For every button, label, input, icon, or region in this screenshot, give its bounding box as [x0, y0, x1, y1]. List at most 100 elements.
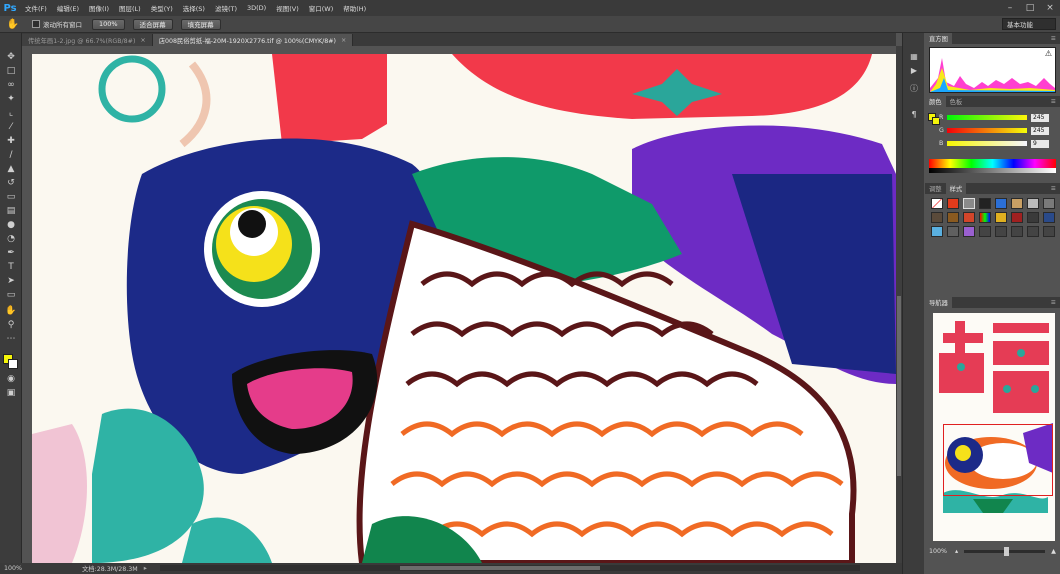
tab-document-2[interactable]: 店008民俗剪纸-福-20M-1920X2776.tif @ 100%(CMYK…	[152, 34, 354, 46]
style-swatch[interactable]	[979, 226, 991, 237]
panel-menu-icon[interactable]: ≡	[1051, 185, 1060, 192]
brush-tool-icon[interactable]: ∕	[4, 149, 18, 161]
menu-window[interactable]: 窗口(W)	[304, 3, 339, 13]
red-slider[interactable]	[947, 115, 1027, 120]
fit-screen-button[interactable]: 适合屏幕	[132, 18, 173, 30]
paragraph-panel-icon[interactable]: ¶	[908, 109, 920, 120]
style-swatch[interactable]	[931, 226, 943, 237]
panel-menu-icon[interactable]: ≡	[1051, 299, 1060, 306]
history-panel-icon[interactable]: ▦	[908, 51, 920, 62]
tab-histogram[interactable]: 直方图	[925, 33, 952, 44]
hand-tool-icon[interactable]: ✋	[6, 17, 20, 31]
path-select-tool-icon[interactable]: ➤	[4, 275, 18, 287]
close-icon[interactable]: ×	[140, 37, 145, 44]
style-swatch[interactable]	[1027, 212, 1039, 223]
status-menu-arrow-icon[interactable]: ▸	[144, 565, 147, 572]
style-swatch[interactable]	[963, 226, 975, 237]
menu-image[interactable]: 图像(I)	[84, 3, 114, 13]
hand-tool-icon[interactable]: ✋	[4, 305, 18, 317]
menu-3d[interactable]: 3D(D)	[242, 4, 271, 12]
menu-file[interactable]: 文件(F)	[20, 3, 52, 13]
green-value-input[interactable]: 245	[1031, 126, 1049, 135]
style-swatch[interactable]	[963, 212, 975, 223]
style-swatch[interactable]	[963, 198, 975, 209]
tab-adjustments[interactable]: 调整	[925, 183, 946, 194]
navigator-thumbnail[interactable]	[929, 311, 1056, 543]
menu-select[interactable]: 选择(S)	[178, 3, 210, 13]
blue-value-input[interactable]: 9	[1031, 139, 1049, 148]
style-swatch[interactable]	[995, 226, 1007, 237]
color-spectrum-ramp[interactable]	[929, 159, 1056, 168]
history-brush-tool-icon[interactable]: ↺	[4, 177, 18, 189]
restore-icon[interactable]: □	[1020, 0, 1040, 16]
panel-menu-icon[interactable]: ≡	[1051, 98, 1060, 105]
document-canvas[interactable]	[22, 46, 896, 563]
style-swatch[interactable]	[947, 226, 959, 237]
navigator-zoom-slider[interactable]	[964, 547, 1046, 556]
zoom-tool-icon[interactable]: ⚲	[4, 319, 18, 331]
quick-select-tool-icon[interactable]: ✦	[4, 93, 18, 105]
rotate-view-tool-icon[interactable]: ⋯	[4, 333, 18, 345]
tab-document-1[interactable]: 传统年画1-2.jpg @ 66.7%(RGB/8#) ×	[22, 34, 153, 46]
style-swatch[interactable]	[1043, 226, 1055, 237]
menu-filter[interactable]: 滤镜(T)	[210, 3, 242, 13]
red-value-input[interactable]: 245	[1031, 113, 1049, 122]
style-swatch[interactable]	[1011, 226, 1023, 237]
style-swatch[interactable]	[995, 212, 1007, 223]
style-swatch[interactable]	[1043, 212, 1055, 223]
panel-menu-icon[interactable]: ≡	[1051, 35, 1060, 42]
menu-view[interactable]: 视图(V)	[271, 3, 304, 13]
style-swatch[interactable]	[947, 198, 959, 209]
style-swatch[interactable]	[1027, 226, 1039, 237]
shape-tool-icon[interactable]: ▭	[4, 289, 18, 301]
scroll-all-checkbox[interactable]	[32, 20, 40, 28]
navigator-view-box[interactable]	[943, 424, 1053, 496]
info-panel-icon[interactable]: ⓘ	[908, 83, 920, 94]
style-swatch[interactable]	[1043, 198, 1055, 209]
screen-mode-icon[interactable]: ▣	[4, 387, 18, 399]
type-tool-icon[interactable]: T	[4, 261, 18, 273]
tab-styles[interactable]: 样式	[945, 183, 967, 194]
quick-mask-icon[interactable]: ◉	[4, 373, 18, 385]
blur-tool-icon[interactable]: ●	[4, 219, 18, 231]
style-swatch[interactable]	[931, 212, 943, 223]
navigator-zoom-value[interactable]: 100%	[929, 548, 947, 555]
tab-swatches[interactable]: 色板	[946, 96, 967, 107]
zoom-slider-knob[interactable]	[1004, 547, 1010, 556]
close-icon[interactable]: ×	[1040, 0, 1060, 16]
style-swatch[interactable]	[1011, 212, 1023, 223]
eraser-tool-icon[interactable]: ▭	[4, 191, 18, 203]
zoom-level-field[interactable]: 100%	[0, 565, 50, 572]
style-swatch[interactable]	[979, 198, 991, 209]
fill-screen-button[interactable]: 填充屏幕	[180, 18, 221, 30]
background-color-swatch[interactable]	[8, 359, 18, 369]
minimize-icon[interactable]: –	[1000, 0, 1020, 16]
lasso-tool-icon[interactable]: ∞	[4, 79, 18, 91]
marquee-tool-icon[interactable]: □	[4, 65, 18, 77]
healing-tool-icon[interactable]: ✚	[4, 135, 18, 147]
crop-tool-icon[interactable]: ⌞	[4, 107, 18, 119]
menu-help[interactable]: 帮助(H)	[338, 3, 371, 13]
style-swatch[interactable]	[979, 212, 991, 223]
style-swatch[interactable]	[931, 198, 943, 209]
workspace-select[interactable]: 基本功能	[1002, 18, 1056, 30]
style-swatch[interactable]	[947, 212, 959, 223]
green-slider[interactable]	[947, 128, 1027, 133]
menu-type[interactable]: 类型(Y)	[146, 3, 178, 13]
zoom-out-icon[interactable]: ▴	[955, 548, 958, 555]
close-icon[interactable]: ×	[341, 37, 346, 44]
actions-panel-icon[interactable]: ▶	[908, 65, 920, 76]
tab-navigator[interactable]: 导航器	[925, 297, 952, 308]
vertical-scroll-thumb[interactable]	[897, 296, 901, 476]
stamp-tool-icon[interactable]: ▲	[4, 163, 18, 175]
menu-layer[interactable]: 图层(L)	[114, 3, 146, 13]
menu-edit[interactable]: 编辑(E)	[52, 3, 84, 13]
horizontal-scrollbar[interactable]	[160, 565, 860, 571]
grayscale-ramp[interactable]	[929, 168, 1056, 173]
horizontal-scroll-thumb[interactable]	[400, 566, 600, 570]
dodge-tool-icon[interactable]: ◔	[4, 233, 18, 245]
style-swatch[interactable]	[1011, 198, 1023, 209]
eyedropper-tool-icon[interactable]: ⁄	[4, 121, 18, 133]
move-tool-icon[interactable]: ✥	[4, 51, 18, 63]
gradient-tool-icon[interactable]: ▤	[4, 205, 18, 217]
